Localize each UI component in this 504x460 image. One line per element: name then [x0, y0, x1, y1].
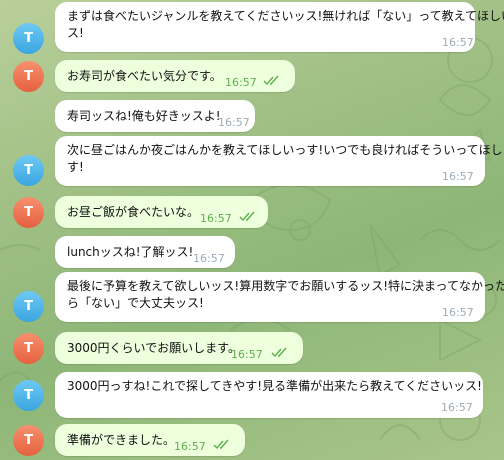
chat-history[interactable]: T まずは食べたいジャンルを教えてくださいッス!無ければ「ない」って教えてほしい… — [0, 0, 504, 460]
avatar[interactable]: T — [13, 425, 44, 456]
avatar[interactable]: T — [13, 23, 44, 54]
message-time: 16:57 — [442, 36, 474, 49]
message-text: お寿司が食べたい気分です。 — [67, 69, 222, 83]
message-text: 3000円っすね!これで探してきやす!見る準備が出来たら教えてくださいッス! — [67, 379, 482, 393]
message-bubble[interactable]: まずは食べたいジャンルを教えてくださいッス!無ければ「ない」って教えてほしいッ … — [55, 2, 504, 52]
avatar[interactable]: T — [13, 380, 44, 411]
message-text-line: まずは食べたいジャンルを教えてくださいッス!無ければ「ない」って教えてほしいッ — [67, 9, 504, 23]
message-text: お昼ご飯が食べたいな。 — [67, 205, 200, 219]
avatar[interactable]: T — [13, 291, 44, 322]
avatar-initial: T — [24, 69, 33, 84]
message-text: 寿司ッスね!俺も好きッスよ! — [67, 109, 221, 123]
message-text: 3000円くらいでお願いします。 — [67, 341, 240, 355]
avatar-initial: T — [24, 299, 33, 314]
message-bubble[interactable]: 準備ができました。 16:57 — [55, 424, 245, 456]
message-time: 16:57 — [200, 212, 232, 225]
message-text-line: ら「ない」で大丈夫ッス! — [67, 296, 204, 310]
message-bubble[interactable]: 3000円くらいでお願いします。 16:57 — [55, 332, 303, 364]
read-receipt-icon — [213, 439, 229, 450]
message-text: lunchッスね!了解ッス! — [67, 245, 194, 259]
message-bubble[interactable]: 寿司ッスね!俺も好きッスよ! 16:57 — [55, 100, 255, 132]
message-bubble[interactable]: お昼ご飯が食べたいな。 16:57 — [55, 196, 268, 228]
avatar-initial: T — [24, 433, 33, 448]
message-text-line: ス! — [67, 26, 84, 40]
message-text: 準備ができました。 — [67, 433, 176, 447]
message-bubble[interactable]: 最後に予算を教えて欲しいッス!算用数字でお願いするッス!特に決まってなかった ら… — [55, 272, 504, 322]
message-text-line: す! — [67, 160, 84, 174]
avatar[interactable]: T — [13, 155, 44, 186]
avatar[interactable]: T — [13, 61, 44, 92]
message-time: 16:57 — [174, 440, 206, 453]
message-bubble[interactable]: lunchッスね!了解ッス! 16:57 — [55, 236, 235, 268]
avatar-initial: T — [24, 31, 33, 46]
read-receipt-icon — [271, 347, 287, 358]
read-receipt-icon — [263, 75, 279, 86]
message-time: 16:57 — [441, 401, 473, 414]
message-time: 16:57 — [225, 76, 257, 89]
message-time: 16:57 — [218, 116, 250, 129]
message-time: 16:57 — [442, 306, 474, 319]
read-receipt-icon — [239, 211, 255, 222]
message-time: 16:57 — [231, 348, 263, 361]
message-bubble[interactable]: お寿司が食べたい気分です。 16:57 — [55, 60, 295, 92]
message-text-line: 次に昼ごはんか夜ごはんかを教えてほしいっす!いつでも良ければそういってほしいっ — [67, 143, 504, 157]
avatar[interactable]: T — [13, 333, 44, 364]
message-bubble[interactable]: 次に昼ごはんか夜ごはんかを教えてほしいっす!いつでも良ければそういってほしいっ … — [55, 136, 504, 186]
message-time: 16:57 — [193, 252, 225, 265]
avatar-initial: T — [24, 341, 33, 356]
avatar-initial: T — [24, 388, 33, 403]
avatar[interactable]: T — [13, 197, 44, 228]
avatar-initial: T — [24, 163, 33, 178]
avatar-initial: T — [24, 205, 33, 220]
message-text-line: 最後に予算を教えて欲しいッス!算用数字でお願いするッス!特に決まってなかった — [67, 279, 504, 293]
message-bubble[interactable]: 3000円っすね!これで探してきやす!見る準備が出来たら教えてくださいッス! 1… — [55, 372, 483, 418]
message-time: 16:57 — [442, 170, 474, 183]
